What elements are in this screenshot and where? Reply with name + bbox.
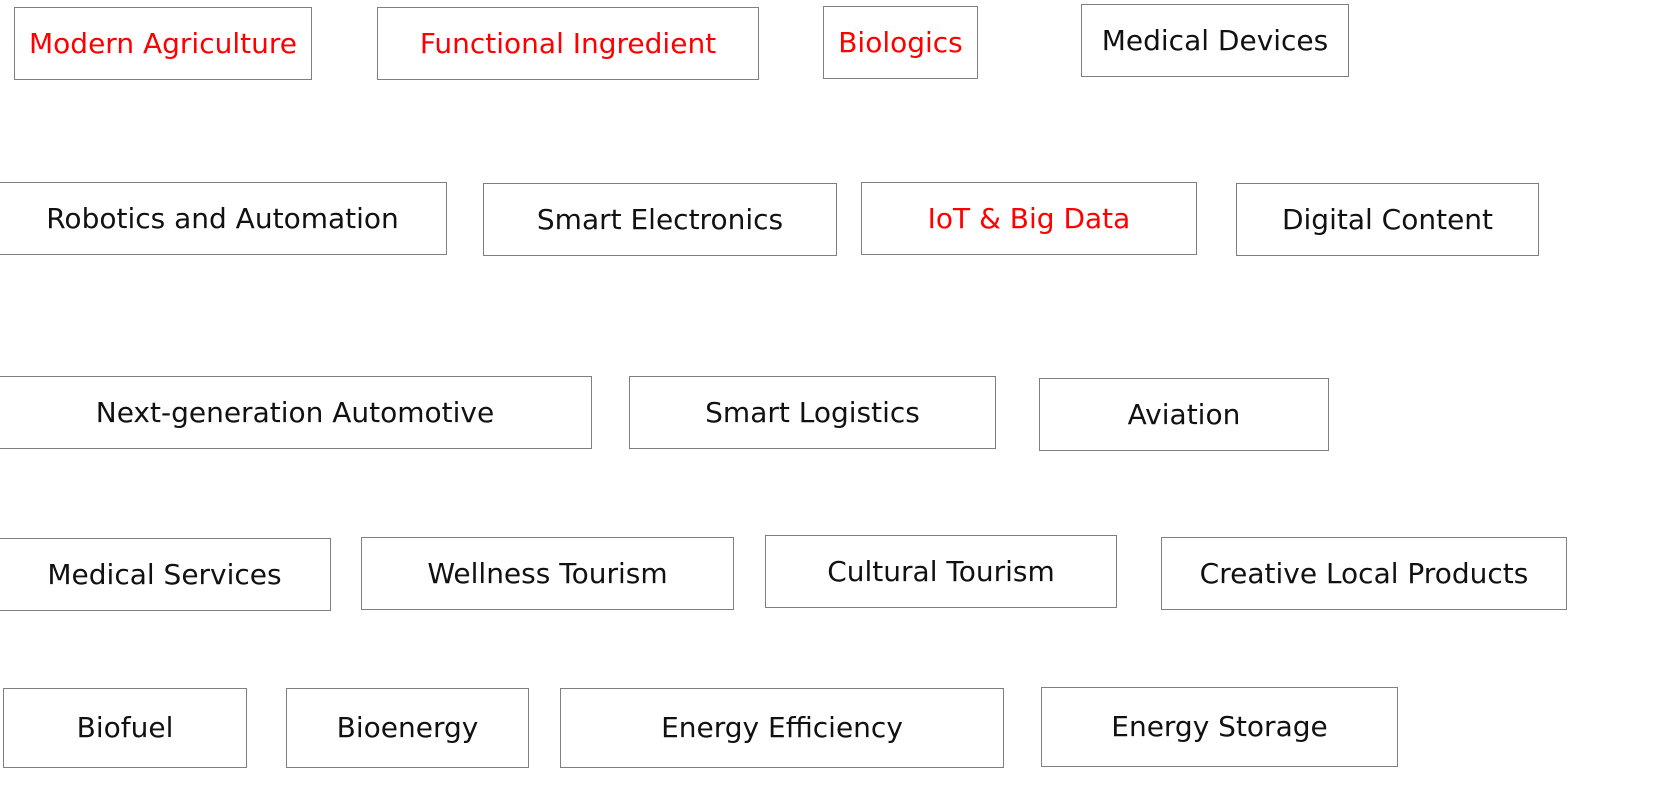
- industry-label: Biofuel: [76, 711, 174, 744]
- industry-box-biologics: Biologics: [823, 6, 978, 79]
- industry-label: IoT & Big Data: [927, 201, 1131, 235]
- industry-label: Medical Services: [47, 557, 282, 591]
- industry-label: Creative Local Products: [1199, 556, 1529, 590]
- industry-label: Next-generation Automotive: [95, 395, 495, 429]
- industry-box-bioenergy: Bioenergy: [286, 688, 529, 768]
- industry-label: Energy Efficiency: [661, 711, 903, 744]
- industry-box-smart-logistics: Smart Logistics: [629, 376, 996, 449]
- industry-box-energy-storage: Energy Storage: [1041, 687, 1398, 767]
- industry-box-creative-local-products: Creative Local Products: [1161, 537, 1567, 610]
- industry-label: Medical Devices: [1101, 23, 1329, 57]
- industry-box-modern-agriculture: Modern Agriculture: [14, 7, 312, 80]
- industry-diagram: Modern Agriculture Functional Ingredient…: [0, 0, 1675, 811]
- industry-box-energy-efficiency: Energy Efficiency: [560, 688, 1004, 768]
- industry-box-iot-big-data: IoT & Big Data: [861, 182, 1197, 255]
- industry-box-wellness-tourism: Wellness Tourism: [361, 537, 734, 610]
- industry-box-robotics-automation: Robotics and Automation: [0, 182, 447, 255]
- industry-box-digital-content: Digital Content: [1236, 183, 1539, 256]
- industry-label: Digital Content: [1281, 202, 1494, 236]
- industry-box-biofuel: Biofuel: [3, 688, 247, 768]
- industry-box-aviation: Aviation: [1039, 378, 1329, 451]
- industry-label: Energy Storage: [1111, 710, 1328, 743]
- industry-label: Bioenergy: [336, 711, 479, 744]
- industry-label: Modern Agriculture: [29, 26, 297, 60]
- industry-label: Cultural Tourism: [827, 554, 1055, 588]
- industry-box-medical-services: Medical Services: [0, 538, 331, 611]
- industry-label: Aviation: [1127, 397, 1241, 431]
- industry-box-functional-ingredient: Functional Ingredient: [377, 7, 759, 80]
- industry-box-medical-devices: Medical Devices: [1081, 4, 1349, 77]
- industry-label: Wellness Tourism: [427, 556, 668, 590]
- industry-label: Robotics and Automation: [46, 201, 399, 235]
- industry-box-smart-electronics: Smart Electronics: [483, 183, 837, 256]
- industry-label: Smart Electronics: [536, 202, 784, 236]
- industry-label: Functional Ingredient: [419, 26, 717, 60]
- industry-label: Biologics: [838, 25, 963, 59]
- industry-box-next-generation-automotive: Next-generation Automotive: [0, 376, 592, 449]
- industry-box-cultural-tourism: Cultural Tourism: [765, 535, 1117, 608]
- industry-label: Smart Logistics: [705, 395, 920, 429]
